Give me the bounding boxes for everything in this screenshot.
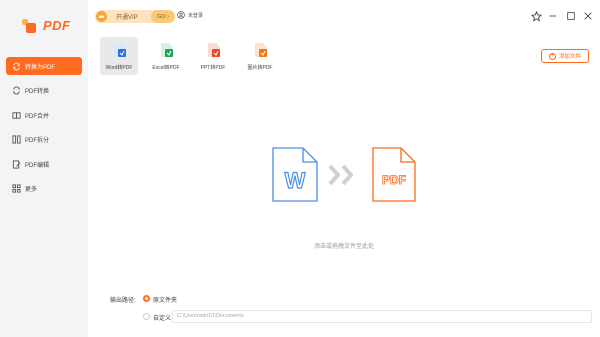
sidebar-nav: 转换为PDF PDF转换 PDF合并 PDF拆分 PDF编辑 更多 [6, 57, 82, 204]
sidebar-item-more[interactable]: 更多 [6, 180, 82, 198]
custom-path-radio[interactable] [143, 313, 150, 320]
tab-label: PPT转PDF [200, 65, 226, 71]
plus-icon: + [548, 52, 556, 60]
tab-ppt-to-pdf[interactable]: PPT转PDF [194, 37, 232, 75]
sidebar-item-label: 转换为PDF [25, 64, 56, 71]
add-file-button[interactable]: + 添加文件 [541, 49, 589, 63]
vip-go-label: GO [157, 13, 166, 20]
logo-icon [22, 18, 36, 33]
vip-go-button[interactable]: GO › [151, 10, 175, 23]
word-file-icon [114, 43, 126, 57]
convert-icon [13, 62, 20, 70]
drop-hint: 添击或拖拽文件至此处 [313, 244, 374, 250]
split-icon [12, 135, 21, 144]
app-logo: PDF [22, 18, 71, 33]
refresh-icon [13, 86, 20, 95]
source-folder-radio[interactable] [143, 295, 150, 302]
add-file-label: 添加文件 [558, 54, 581, 60]
output-path-input[interactable]: C:\Users\win10\Documents [172, 310, 592, 323]
minimize-icon[interactable] [547, 10, 559, 22]
source-folder-label: 原文件夹 [153, 298, 178, 304]
arrow-right-icon [328, 164, 353, 186]
word-to-pdf-illustration: W PDF [272, 147, 416, 202]
maximize-icon[interactable] [565, 10, 577, 22]
sidebar-item-pdf-edit[interactable]: PDF编辑 [6, 155, 82, 173]
logo-text: PDF [43, 18, 71, 33]
crown-icon [96, 11, 107, 22]
app-window: PDF 转换为PDF PDF转换 PDF合并 PDF拆分 PDF编辑 更多 开通… [0, 0, 600, 337]
sidebar-item-pdf-convert[interactable]: PDF转换 [6, 82, 82, 100]
output-path-label: 输出路径: [110, 298, 136, 304]
merge-icon [12, 111, 21, 119]
star-icon[interactable] [530, 10, 542, 22]
pdf-glyph: PDF [382, 173, 406, 187]
sidebar-item-convert-to-pdf[interactable]: 转换为PDF [6, 57, 82, 75]
top-bar: 开通VIP GO › 未登录 [88, 0, 600, 32]
login-button[interactable]: 未登录 [177, 11, 203, 19]
tab-image-to-pdf[interactable]: 图片转PDF [241, 37, 279, 75]
tab-label: Excel转PDF [152, 65, 180, 71]
tab-label: Word转PDF [105, 65, 133, 71]
edit-icon [12, 159, 21, 169]
sidebar-item-label: PDF拆分 [25, 138, 50, 144]
sidebar-item-label: PDF合并 [25, 113, 50, 120]
vip-label: 开通VIP [116, 15, 138, 21]
excel-file-icon [161, 43, 173, 57]
grid-icon [12, 184, 21, 193]
word-document-icon: W [272, 147, 318, 202]
sidebar-item-label: 更多 [25, 187, 38, 193]
custom-path-label: 自定义 [153, 316, 172, 322]
sidebar-item-label: PDF转换 [25, 89, 50, 95]
file-drop-zone[interactable]: W PDF [88, 80, 600, 290]
sidebar-item-pdf-split[interactable]: PDF拆分 [6, 131, 82, 149]
tab-label: 图片转PDF [247, 65, 273, 71]
login-label: 未登录 [188, 12, 204, 19]
word-glyph: W [285, 168, 306, 193]
user-icon [177, 11, 185, 19]
sidebar-item-label: PDF编辑 [25, 162, 50, 169]
vip-button[interactable]: 开通VIP GO › [95, 10, 175, 23]
pdf-document-icon: PDF [372, 147, 416, 202]
close-icon[interactable] [582, 10, 594, 22]
sidebar-item-pdf-merge[interactable]: PDF合并 [6, 106, 82, 124]
ppt-file-icon [208, 43, 220, 57]
image-file-icon [255, 43, 267, 57]
tab-word-to-pdf[interactable]: Word转PDF [100, 37, 138, 75]
tool-tabs: Word转PDF Excel转PDF PPT转PDF 图片转PDF [100, 37, 288, 75]
sidebar: PDF 转换为PDF PDF转换 PDF合并 PDF拆分 PDF编辑 更多 [0, 0, 88, 337]
tab-excel-to-pdf[interactable]: Excel转PDF [147, 37, 185, 75]
